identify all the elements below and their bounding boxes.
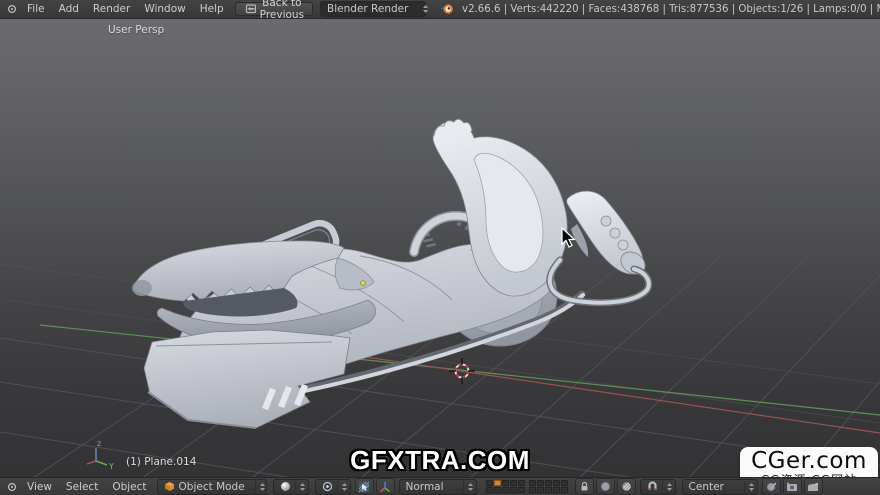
object-origin-dot xyxy=(361,281,366,286)
view-name-label: User Persp xyxy=(108,24,164,36)
layer-cell[interactable] xyxy=(494,480,501,486)
transform-orientation-value: Normal xyxy=(406,481,461,493)
snap-target-value: Center xyxy=(689,481,742,493)
proportional-edit-toggle[interactable] xyxy=(596,478,615,495)
stepper-icon xyxy=(295,481,306,493)
layer-cell[interactable] xyxy=(510,480,517,486)
pivot-point-select[interactable] xyxy=(315,479,351,495)
axis-z-label: z xyxy=(97,439,101,448)
transform-axes-toggle[interactable] xyxy=(376,478,395,495)
layer-cell[interactable] xyxy=(510,487,517,493)
snap-toggle-select[interactable] xyxy=(640,479,676,495)
stepper-icon xyxy=(662,481,673,493)
floor-grid xyxy=(0,0,880,495)
layer-cell[interactable] xyxy=(486,487,493,493)
layer-cell[interactable] xyxy=(502,487,509,493)
viewport-canvas: z Y xyxy=(0,0,880,495)
interaction-mode-value: Object Mode xyxy=(179,481,253,493)
watermark-gfxtra: GFXTRA.COM xyxy=(350,445,530,476)
layer-cell[interactable] xyxy=(486,480,493,486)
layer-cell[interactable] xyxy=(529,480,536,486)
3d-viewport[interactable]: z Y User Persp (1) Plane.014 GFXTRA.COM … xyxy=(0,19,880,477)
scene-lock-toggle[interactable] xyxy=(575,478,594,495)
scene-lock-icon xyxy=(579,481,590,492)
menu-render[interactable]: Render xyxy=(86,3,137,15)
opengl-render-anim-button[interactable] xyxy=(804,478,823,495)
snap-element-icon xyxy=(621,481,632,492)
menu-object[interactable]: Object xyxy=(105,481,153,493)
blender-logo-icon xyxy=(439,3,454,15)
menu-window[interactable]: Window xyxy=(137,3,192,15)
object-mode-cube-icon xyxy=(164,481,175,492)
stepper-icon xyxy=(744,481,755,493)
interaction-mode-select[interactable]: Object Mode xyxy=(157,479,267,495)
snap-magnet-icon xyxy=(647,481,658,492)
axis-gizmo: z Y xyxy=(87,439,114,471)
viewport-header-bar: View Select Object Object Mode Normal xyxy=(0,477,880,495)
back-to-previous-label: Back to Previous xyxy=(260,0,304,21)
layer-cell[interactable] xyxy=(545,480,552,486)
layer-cell[interactable] xyxy=(518,480,525,486)
layer-cell[interactable] xyxy=(561,480,568,486)
scene-stats: v2.66.6 | Verts:442220 | Faces:438768 | … xyxy=(462,4,880,15)
menu-select[interactable]: Select xyxy=(59,481,105,493)
menu-view[interactable]: View xyxy=(20,481,59,493)
pivot-point-icon xyxy=(322,481,333,492)
layer-cell[interactable] xyxy=(529,487,536,493)
manipulator-icon xyxy=(358,481,370,493)
axis-y-label: Y xyxy=(108,462,114,471)
layers-widget xyxy=(486,480,568,493)
menu-add[interactable]: Add xyxy=(52,3,86,15)
editor-type-icon[interactable] xyxy=(6,3,18,15)
render-engine-select[interactable]: Blender Render xyxy=(320,1,426,17)
stepper-icon xyxy=(255,481,266,493)
stepper-icon xyxy=(418,3,429,15)
layer-cell[interactable] xyxy=(553,487,560,493)
snap-project-toggle[interactable] xyxy=(762,478,781,495)
layer-cell[interactable] xyxy=(545,487,552,493)
opengl-render-image-icon xyxy=(786,481,798,492)
layer-cell[interactable] xyxy=(553,480,560,486)
watermark-cger-title: CGer.com xyxy=(742,449,876,474)
layer-cell[interactable] xyxy=(561,487,568,493)
snap-target-select[interactable]: Center xyxy=(682,479,758,495)
snap-element-button[interactable] xyxy=(617,478,636,495)
proportional-edit-icon xyxy=(600,481,611,492)
opengl-render-anim-icon xyxy=(807,481,819,492)
back-icon xyxy=(244,4,256,14)
manipulator-toggle[interactable] xyxy=(355,478,374,495)
viewport-shading-select[interactable] xyxy=(273,479,309,495)
menu-file[interactable]: File xyxy=(20,3,52,15)
snap-project-icon xyxy=(766,481,777,492)
editor-type-icon[interactable] xyxy=(6,481,18,493)
stepper-icon xyxy=(337,481,348,493)
layer-cell[interactable] xyxy=(537,487,544,493)
layer-cell[interactable] xyxy=(518,487,525,493)
transform-axes-icon xyxy=(379,481,391,493)
transform-orientation-select[interactable]: Normal xyxy=(399,479,477,495)
layer-cell[interactable] xyxy=(494,487,501,493)
render-engine-value: Blender Render xyxy=(327,3,416,15)
stepper-icon xyxy=(463,481,474,493)
layer-cell[interactable] xyxy=(502,480,509,486)
opengl-render-image-button[interactable] xyxy=(783,478,802,495)
layer-cell[interactable] xyxy=(537,480,544,486)
top-header-bar: File Add Render Window Help Back to Prev… xyxy=(0,0,880,19)
viewport-shading-icon xyxy=(280,481,291,492)
menu-help[interactable]: Help xyxy=(193,3,231,15)
back-to-previous-button[interactable]: Back to Previous xyxy=(235,2,313,16)
active-object-label: (1) Plane.014 xyxy=(126,456,196,468)
